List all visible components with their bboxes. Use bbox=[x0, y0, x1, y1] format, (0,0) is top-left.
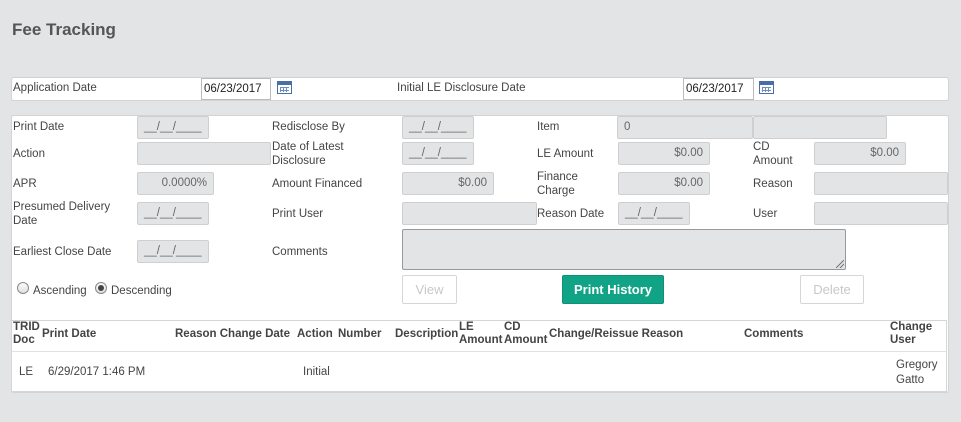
apr-field[interactable]: 0.0000% bbox=[137, 172, 214, 195]
col-header-cd-amount[interactable]: CD Amount bbox=[504, 321, 550, 347]
application-date-label: Application Date bbox=[13, 82, 97, 94]
page-title: Fee Tracking bbox=[12, 20, 116, 39]
reason-field[interactable] bbox=[814, 172, 948, 195]
print-user-label: Print User bbox=[272, 208, 324, 220]
earliest-close-date-field[interactable]: __/__/____ bbox=[137, 240, 209, 263]
reason-date-label: Reason Date bbox=[537, 208, 605, 220]
finance-charge-field[interactable]: $0.00 bbox=[618, 172, 710, 195]
col-header-trid-doc[interactable]: TRID Doc bbox=[13, 321, 43, 347]
ascending-radio[interactable] bbox=[17, 282, 29, 294]
view-button[interactable]: View bbox=[402, 275, 457, 304]
presumed-delivery-date-label: Presumed Delivery Date bbox=[13, 201, 111, 227]
le-amount-field[interactable]: $0.00 bbox=[618, 142, 710, 165]
date-of-latest-disclosure-label: Date of Latest Disclosure bbox=[272, 141, 344, 167]
item-secondary-field[interactable] bbox=[753, 116, 887, 139]
descending-label: Descending bbox=[111, 285, 172, 297]
col-header-comments[interactable]: Comments bbox=[744, 328, 803, 341]
calendar-icon[interactable] bbox=[759, 81, 774, 94]
print-date-label: Print Date bbox=[13, 121, 65, 133]
print-user-field[interactable] bbox=[402, 202, 537, 225]
cell-action: Initial bbox=[303, 366, 330, 378]
delete-button[interactable]: Delete bbox=[800, 275, 864, 304]
print-history-button[interactable]: Print History bbox=[562, 275, 664, 304]
initial-le-disclosure-date-field[interactable]: 06/23/2017 bbox=[683, 78, 754, 100]
apr-label: APR bbox=[13, 178, 37, 190]
col-header-change-user[interactable]: Change User bbox=[890, 321, 940, 347]
comments-label: Comments bbox=[272, 246, 328, 258]
col-header-change-reissue-reason[interactable]: Change/Reissue Reason bbox=[549, 328, 683, 341]
ascending-label: Ascending bbox=[33, 285, 87, 297]
col-header-action[interactable]: Action bbox=[297, 328, 333, 341]
calendar-icon[interactable] bbox=[277, 81, 292, 94]
application-date-field[interactable]: 06/23/2017 bbox=[201, 78, 271, 100]
action-label: Action bbox=[13, 148, 45, 160]
descending-radio[interactable] bbox=[95, 282, 107, 294]
initial-le-disclosure-date-label: Initial LE Disclosure Date bbox=[397, 82, 526, 94]
amount-financed-label: Amount Financed bbox=[272, 178, 363, 190]
col-header-print-date[interactable]: Print Date bbox=[42, 328, 96, 341]
col-header-description[interactable]: Description bbox=[395, 328, 458, 341]
table-row[interactable] bbox=[12, 352, 946, 392]
cd-amount-label: CD Amount bbox=[753, 141, 793, 167]
col-header-number[interactable]: Number bbox=[338, 328, 381, 341]
finance-charge-label: Finance Charge bbox=[537, 171, 578, 197]
print-date-field[interactable]: __/__/____ bbox=[137, 116, 209, 139]
le-amount-label: LE Amount bbox=[537, 148, 594, 160]
earliest-close-date-label: Earliest Close Date bbox=[13, 246, 112, 258]
col-header-reason-change-date[interactable]: Reason Change Date bbox=[175, 328, 290, 341]
col-header-le-amount[interactable]: LE Amount bbox=[459, 321, 503, 347]
item-label: Item bbox=[537, 121, 560, 133]
action-field[interactable] bbox=[137, 142, 271, 165]
cell-trid-doc: LE bbox=[19, 366, 34, 378]
reason-label: Reason bbox=[753, 178, 793, 190]
user-field[interactable] bbox=[814, 202, 948, 225]
date-of-latest-disclosure-field[interactable]: __/__/____ bbox=[402, 142, 474, 165]
user-label: User bbox=[753, 208, 778, 220]
redisclose-by-field[interactable]: __/__/____ bbox=[402, 116, 474, 139]
reason-date-field[interactable]: __/__/____ bbox=[618, 202, 690, 225]
presumed-delivery-date-field[interactable]: __/__/____ bbox=[137, 202, 209, 225]
item-field[interactable]: 0 bbox=[617, 116, 753, 139]
resize-handle-icon[interactable] bbox=[836, 260, 844, 268]
cd-amount-field[interactable]: $0.00 bbox=[814, 142, 906, 165]
comments-textarea[interactable] bbox=[402, 229, 846, 270]
redisclose-by-label: Redisclose By bbox=[272, 121, 345, 133]
cell-change-user: Gregory Gatto bbox=[896, 359, 938, 386]
amount-financed-field[interactable]: $0.00 bbox=[402, 172, 494, 195]
cell-print-date: 6/29/2017 1:46 PM bbox=[48, 366, 146, 378]
